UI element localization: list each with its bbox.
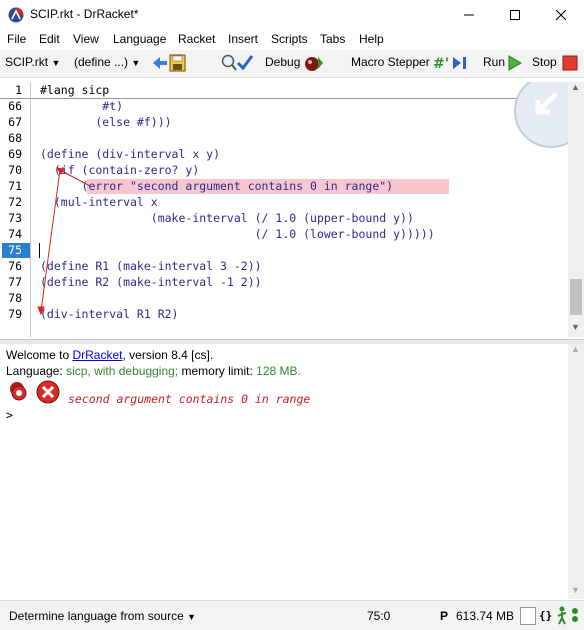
define-dropdown-label: (define ...) — [74, 55, 129, 69]
debug-label: Debug — [265, 55, 301, 69]
drracket-logo-icon — [8, 7, 24, 23]
menu-insert[interactable]: Insert — [228, 32, 258, 46]
memory-value: 128 MB. — [256, 364, 301, 378]
gc-indicator — [520, 607, 536, 625]
debug-button[interactable]: Debug — [265, 55, 300, 69]
check-syntax-button[interactable] — [220, 53, 254, 76]
menu-racket[interactable]: Racket — [178, 32, 215, 46]
menu-scripts[interactable]: Scripts — [271, 32, 308, 46]
define-dropdown[interactable]: (define ...) ▼ — [74, 55, 140, 69]
language-prefix: Language: — [6, 364, 67, 378]
running-figure-icon — [556, 605, 568, 628]
chevron-down-icon: ▼ — [131, 58, 141, 68]
arrow-down-left-icon — [535, 92, 558, 115]
language-name: sicp, with debugging; — [66, 364, 179, 378]
save-icon — [153, 54, 186, 72]
stop-label: Stop — [532, 55, 557, 69]
definitions-editor[interactable]: 1 #lang sicp 66 #t) 67 (else #f))) 68 69… — [0, 82, 568, 337]
status-bar: Determine language from source ▼ 75:0 P … — [0, 600, 584, 630]
language-selector-label: Determine language from source — [9, 609, 184, 623]
scrollbar-thumb[interactable] — [570, 279, 582, 315]
run-label: Run — [483, 55, 506, 69]
scroll-up-icon[interactable]: ▲ — [571, 82, 580, 92]
menu-edit[interactable]: Edit — [39, 32, 60, 46]
language-selector[interactable]: Determine language from source ▼ — [9, 609, 196, 623]
menu-bar: File Edit View Language Racket Insert Sc… — [0, 30, 584, 50]
error-arrow-head — [55, 167, 65, 175]
stop-button[interactable]: Stop — [532, 55, 557, 69]
menu-view[interactable]: View — [73, 32, 99, 46]
macro-stepper-icon: #' — [433, 54, 471, 75]
debug-icon — [304, 54, 324, 75]
menu-language[interactable]: Language — [113, 32, 166, 46]
scroll-down-icon[interactable]: ▼ — [571, 322, 580, 332]
error-stop-icon[interactable] — [36, 380, 60, 407]
maximize-icon — [510, 10, 520, 20]
toolbar: SCIP.rkt ▼ (define ...) ▼ Debug Macro St… — [0, 50, 584, 78]
status-dot-icon — [570, 607, 580, 626]
chevron-down-icon: ▼ — [51, 58, 61, 68]
maximize-button[interactable] — [492, 0, 538, 30]
window-title: SCIP.rkt - DrRacket* — [30, 7, 139, 21]
stop-icon — [562, 55, 578, 74]
error-trace-arrows — [37, 167, 91, 316]
svg-text:#': #' — [433, 56, 449, 72]
macro-stepper-button[interactable]: Macro Stepper — [351, 55, 430, 69]
braces-indicator: {} — [539, 609, 553, 622]
macro-stepper-label: Macro Stepper — [351, 55, 430, 69]
memory-usage[interactable]: 613.74 MB — [456, 609, 514, 623]
error-arrow-head — [37, 306, 45, 316]
close-button[interactable] — [538, 0, 584, 30]
p-indicator: P — [440, 609, 449, 623]
magnifier-check-icon — [221, 54, 254, 71]
chevron-down-icon: ▼ — [187, 612, 197, 622]
title-bar: SCIP.rkt - DrRacket* — [0, 0, 584, 30]
save-button[interactable] — [152, 54, 186, 75]
menu-file[interactable]: File — [7, 32, 26, 46]
welcome-suffix: , version 8.4 [cs]. — [122, 348, 214, 362]
run-icon — [508, 55, 522, 74]
file-dropdown-label: SCIP.rkt — [5, 55, 49, 69]
error-arrow-line — [59, 169, 91, 187]
error-message: second argument contains 0 in range — [68, 392, 311, 406]
close-icon — [555, 9, 567, 21]
minimize-icon — [464, 14, 474, 16]
scroll-down-icon[interactable]: ▼ — [571, 585, 580, 595]
error-trace-icon[interactable] — [6, 380, 32, 407]
welcome-line: Welcome to DrRacket, version 8.4 [cs]. — [6, 348, 213, 362]
memory-prefix: memory limit: — [178, 364, 257, 378]
repl-prompt: > — [6, 408, 13, 422]
scroll-up-icon[interactable]: ▲ — [571, 344, 580, 354]
drracket-link[interactable]: DrRacket — [72, 348, 122, 362]
welcome-prefix: Welcome to — [6, 348, 73, 362]
error-arrow-line — [40, 169, 61, 312]
menu-tabs[interactable]: Tabs — [320, 32, 345, 46]
interactions-pane[interactable]: Welcome to DrRacket, version 8.4 [cs]. L… — [0, 344, 568, 599]
menu-help[interactable]: Help — [359, 32, 384, 46]
language-line: Language: sicp, with debugging; memory l… — [6, 364, 301, 378]
file-dropdown[interactable]: SCIP.rkt ▼ — [5, 55, 60, 69]
repl-scrollbar[interactable]: ▲ ▼ — [568, 344, 584, 599]
editor-scrollbar[interactable]: ▲ ▼ — [568, 82, 584, 337]
minimize-button[interactable] — [446, 0, 492, 30]
cursor-position: 75:0 — [367, 609, 391, 623]
run-button[interactable]: Run — [483, 55, 505, 69]
